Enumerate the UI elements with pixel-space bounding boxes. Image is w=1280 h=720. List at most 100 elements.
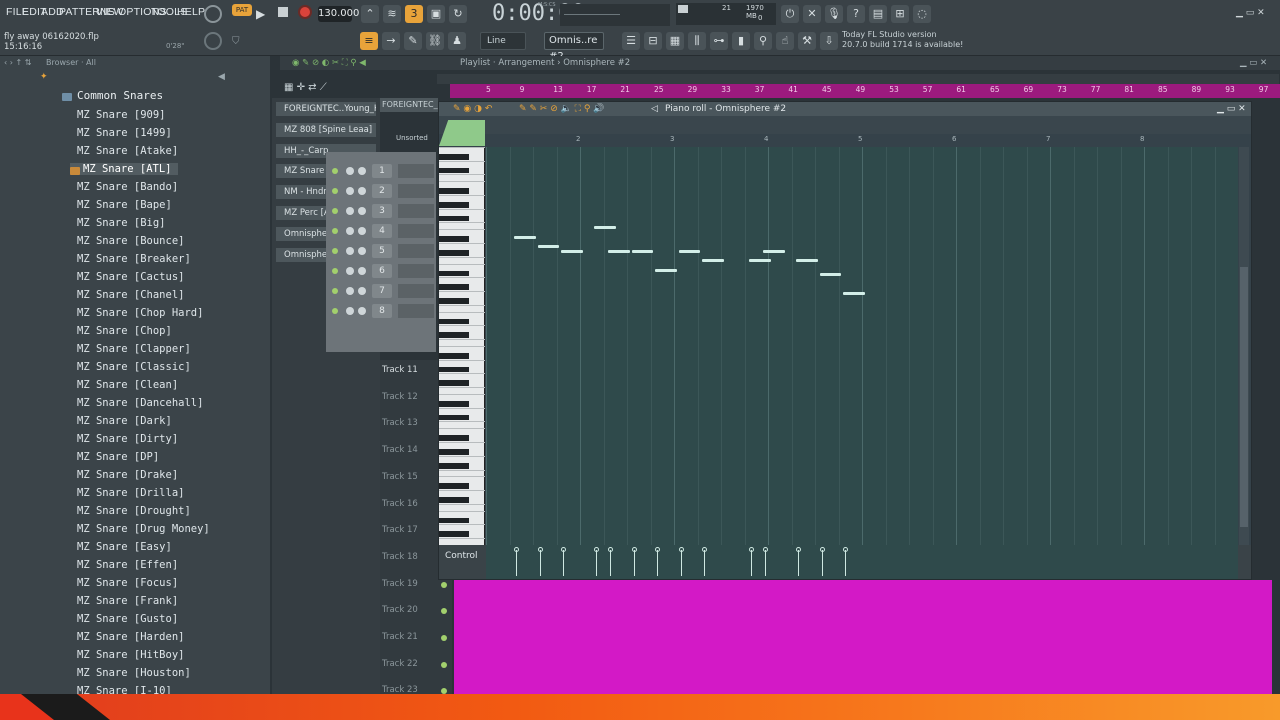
piano-roll-icon[interactable]: ⊟ [644,32,662,50]
channel-knob[interactable] [346,207,354,215]
piano-roll-overview[interactable] [439,116,1251,146]
channel-knob[interactable] [358,167,366,175]
midi-note[interactable] [819,273,842,277]
wrench-icon[interactable]: ⚒ [798,32,816,50]
black-key[interactable] [439,448,469,455]
browser-item[interactable]: MZ Snare [Drought] [77,505,191,517]
velocity-bar[interactable] [633,550,635,576]
velocity-handle[interactable] [819,547,825,552]
snap-select[interactable]: Line [480,32,526,50]
browser-item[interactable]: MZ Snare [Bape] [77,199,172,211]
track-label[interactable]: Track 12 [382,392,418,402]
browser-item[interactable]: MZ Snare [Clapper] [77,343,191,355]
piano-roll-edit-icons[interactable]: ✎ ✎ ✂ ⊘ 🔈 ⛶ ⚲ 🔊 [519,102,605,116]
mixer-track-number[interactable]: 5 [372,244,392,258]
browser-item[interactable]: MZ Snare [Focus] [77,577,178,589]
mixer-track-number[interactable]: 3 [372,204,392,218]
browser-item[interactable]: MZ Snare [Houston] [77,667,191,679]
cpu-toggle-icon[interactable]: ⏻ [781,5,799,23]
black-key[interactable] [439,297,469,304]
black-key[interactable] [439,496,469,503]
velocity-area[interactable] [486,545,1238,579]
black-key[interactable] [439,400,469,407]
browser-item[interactable]: MZ Snare [Gusto] [77,613,178,625]
piano-roll-tools-icons[interactable]: ✎ ◉ ◑ ↶ [453,102,492,116]
channel-knob[interactable] [346,267,354,275]
browser-item[interactable]: MZ Snare [Effen] [77,559,178,571]
velocity-handle[interactable] [594,547,600,552]
track-label[interactable]: Track 16 [382,499,418,509]
midi-note[interactable] [514,235,536,239]
playlist-window-controls[interactable]: ▁ ▭ ✕ [1240,56,1267,70]
pat-song-toggle[interactable]: PAT [232,4,252,16]
track-label[interactable]: Track 19 [382,579,418,589]
velocity-bar[interactable] [845,550,847,576]
black-key[interactable] [439,435,469,442]
black-key[interactable] [439,352,469,359]
black-key[interactable] [439,167,469,174]
playlist-tools-icons[interactable]: ◉ ✎ ⊘ ◐ ✂ ⛶ ⚲ ◀ [292,56,366,70]
link-icon[interactable]: ⛓ [426,32,444,50]
channel-button[interactable]: FOREIGNTEC..Young_Kick [276,102,376,116]
piano-roll-grid[interactable] [486,147,1238,545]
browser-item[interactable]: MZ Snare [Harden] [77,631,184,643]
black-key[interactable] [439,517,469,524]
browser-item[interactable]: MZ Snare [Drake] [77,469,178,481]
play-icon[interactable]: ▶ [256,7,265,21]
velocity-bar[interactable] [539,550,541,576]
step-edit-icon[interactable]: ▣ [427,5,445,23]
playlist-pattern-clip[interactable] [454,580,1272,694]
download-icon[interactable]: ⇩ [820,32,838,50]
browser-item[interactable]: MZ Snare [Bando] [77,181,178,193]
loop-record-icon[interactable]: ↻ [449,5,467,23]
channel-step-area[interactable] [398,184,434,198]
channel-knob[interactable] [346,187,354,195]
black-key[interactable] [439,153,469,160]
channel-knob[interactable] [358,227,366,235]
velocity-bar[interactable] [821,550,823,576]
piano-roll-bar-ruler[interactable]: 2 3 4 5 6 7 8 [486,134,1238,147]
browser-item[interactable]: MZ Snare [Atake] [77,145,178,157]
playlist-scroll[interactable] [437,74,1279,84]
browser-item[interactable]: MZ Snare [Dancehall] [77,397,203,409]
channel-knob[interactable] [358,307,366,315]
news-panel[interactable]: Today FL Studio version 20.7.0 build 171… [842,30,963,50]
track-label[interactable]: Track 18 [382,552,418,562]
track-label[interactable]: Track 15 [382,472,418,482]
midi-note[interactable] [655,268,677,272]
midi-note[interactable] [561,249,583,253]
velocity-bar[interactable] [516,550,518,576]
playlist-ruler[interactable]: 5 9 13 17 21 25 29 33 37 41 45 49 53 57 61 65 69 73 77 81 85… [450,84,1280,98]
midi-note[interactable] [608,249,630,253]
velocity-bar[interactable] [798,550,800,576]
channel-knob[interactable] [358,247,366,255]
channel-step-area[interactable] [398,284,434,298]
velocity-handle[interactable] [796,547,802,552]
playlist-icon[interactable]: ☰ [622,32,640,50]
mixer-track-number[interactable]: 7 [372,284,392,298]
track-label[interactable]: Track 22 [382,659,418,669]
black-key[interactable] [439,284,469,291]
snap-magnet-icon[interactable]: ≡ [360,32,378,50]
channel-knob[interactable] [346,307,354,315]
channel-led[interactable] [332,268,338,274]
velocity-bar[interactable] [563,550,565,576]
black-key[interactable] [439,483,469,490]
piano-roll-pattern-tab[interactable] [439,120,485,146]
black-key[interactable] [439,270,469,277]
mixer-icon[interactable]: ✕ [803,5,821,23]
menu-help[interactable]: HELP [177,6,205,18]
project-picker-icon[interactable]: ⊶ [710,32,728,50]
velocity-bar[interactable] [751,550,753,576]
channel-knob[interactable] [346,227,354,235]
black-key[interactable] [439,215,469,222]
black-key[interactable] [439,236,469,243]
touch-icon[interactable]: ☝ [776,32,794,50]
black-key[interactable] [439,201,469,208]
velocity-handle[interactable] [537,547,543,552]
velocity-bar[interactable] [610,550,612,576]
stop-icon[interactable] [278,7,288,17]
channel-knob[interactable] [358,207,366,215]
master-volume-knob[interactable] [204,5,222,23]
black-key[interactable] [439,366,469,373]
